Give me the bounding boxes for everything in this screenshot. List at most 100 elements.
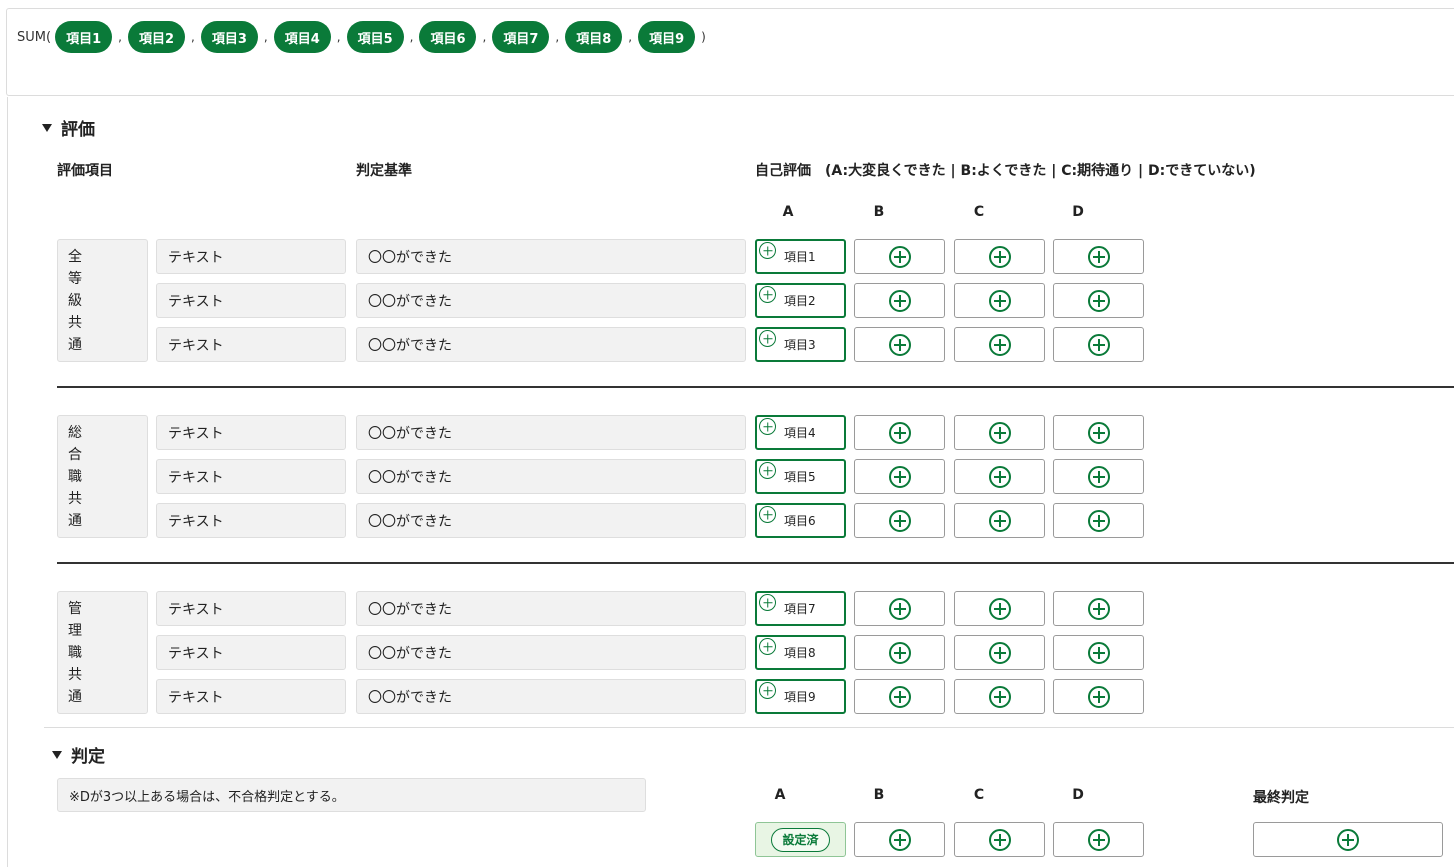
rating-b-add-button[interactable] (854, 239, 945, 274)
criteria-text-field[interactable]: 〇〇ができた (356, 239, 746, 274)
selected-item-label: 項目3 (784, 338, 816, 352)
item-text-field[interactable]: テキスト (156, 283, 346, 318)
formula-separator: , (409, 30, 414, 44)
criteria-text-field[interactable]: 〇〇ができた (356, 679, 746, 714)
rating-a-selected[interactable]: 項目2 (755, 283, 846, 318)
rating-a-selected[interactable]: 項目5 (755, 459, 846, 494)
rating-b-add-button[interactable] (854, 635, 945, 670)
rating-c-add-button[interactable] (954, 679, 1045, 714)
rating-b-add-button[interactable] (854, 679, 945, 714)
item-text-field[interactable]: テキスト (156, 591, 346, 626)
item-text-field[interactable]: テキスト (156, 239, 346, 274)
criteria-text-field[interactable]: 〇〇ができた (356, 283, 746, 318)
rating-b-add-button[interactable] (854, 591, 945, 626)
rating-c-add-button[interactable] (954, 635, 1045, 670)
rating-d-add-button[interactable] (1053, 679, 1144, 714)
item-text-field[interactable]: テキスト (156, 635, 346, 670)
category-management: 管 理 職 共 通 (57, 591, 148, 714)
rating-a-selected[interactable]: 項目9 (755, 679, 846, 714)
criteria-text-field[interactable]: 〇〇ができた (356, 327, 746, 362)
judgement-section-toggle[interactable]: 判定 (52, 742, 105, 767)
evaluation-panel: 評価 評価項目 判定基準 自己評価 (A:大変良くできた | B:よくできた |… (7, 97, 1454, 867)
plus-circle-icon (1087, 465, 1110, 488)
formula-chip-2[interactable]: 項目2 (127, 21, 185, 53)
item-text-field[interactable]: テキスト (156, 415, 346, 450)
judge-a-set-button[interactable]: 設定済 (755, 822, 846, 857)
category-char: 級 (68, 293, 82, 309)
item-text-field[interactable]: テキスト (156, 459, 346, 494)
formula-chip-3[interactable]: 項目3 (200, 21, 258, 53)
formula-chip-6[interactable]: 項目6 (419, 21, 477, 53)
rating-b-add-button[interactable] (854, 415, 945, 450)
criteria-text-field[interactable]: 〇〇ができた (356, 503, 746, 538)
triangle-down-icon (52, 750, 62, 759)
judge-c-add-button[interactable] (954, 822, 1045, 857)
rating-d-add-button[interactable] (1053, 415, 1144, 450)
rating-b-add-button[interactable] (854, 327, 945, 362)
rating-c-add-button[interactable] (954, 327, 1045, 362)
plus-circle-icon (988, 641, 1011, 664)
rating-a-selected[interactable]: 項目3 (755, 327, 846, 362)
rating-d-add-button[interactable] (1053, 635, 1144, 670)
plus-circle-icon (888, 828, 911, 851)
rating-a-selected[interactable]: 項目1 (755, 239, 846, 274)
category-char: 職 (68, 645, 82, 661)
category-char: 理 (68, 623, 82, 639)
formula-chip-7[interactable]: 項目7 (492, 21, 550, 53)
formula-chip-4[interactable]: 項目4 (273, 21, 331, 53)
rating-c-add-button[interactable] (954, 239, 1045, 274)
formula-chip-9[interactable]: 項目9 (638, 21, 696, 53)
selected-item-label: 項目7 (784, 602, 816, 616)
rating-c-add-button[interactable] (954, 591, 1045, 626)
judge-column-d-label: D (1072, 787, 1084, 803)
rating-d-add-button[interactable] (1053, 459, 1144, 494)
formula-chip-5[interactable]: 項目5 (346, 21, 404, 53)
rating-a-selected[interactable]: 項目6 (755, 503, 846, 538)
formula-chip-1[interactable]: 項目1 (55, 21, 113, 53)
rating-c-add-button[interactable] (954, 415, 1045, 450)
rating-b-add-button[interactable] (854, 459, 945, 494)
plus-circle-icon (888, 641, 911, 664)
formula-suffix: ) (701, 30, 706, 44)
category-char: 全 (68, 249, 82, 265)
item-text-field[interactable]: テキスト (156, 679, 346, 714)
rating-a-selected[interactable]: 項目7 (755, 591, 846, 626)
rating-a-selected[interactable]: 項目4 (755, 415, 846, 450)
rating-d-add-button[interactable] (1053, 591, 1144, 626)
selected-item-label: 項目2 (784, 294, 816, 308)
selected-item-label: 項目6 (784, 514, 816, 528)
criteria-text-field[interactable]: 〇〇ができた (356, 459, 746, 494)
item-text-field[interactable]: テキスト (156, 327, 346, 362)
rating-c-add-button[interactable] (954, 459, 1045, 494)
judge-d-add-button[interactable] (1053, 822, 1144, 857)
criteria-text-field[interactable]: 〇〇ができた (356, 591, 746, 626)
rating-b-add-button[interactable] (854, 283, 945, 318)
formula-bar[interactable]: SUM( 項目1 , 項目2 , 項目3 , 項目4 , 項目5 , 項目6 ,… (6, 8, 1454, 96)
plus-circle-icon (1087, 421, 1110, 444)
section-divider (44, 727, 1454, 728)
plus-circle-icon (988, 597, 1011, 620)
plus-circle-icon (988, 289, 1011, 312)
plus-circle-icon (759, 286, 776, 303)
evaluation-section-toggle[interactable]: 評価 (42, 115, 95, 140)
rating-c-add-button[interactable] (954, 503, 1045, 538)
rating-d-add-button[interactable] (1053, 283, 1144, 318)
rating-c-add-button[interactable] (954, 283, 1045, 318)
rating-d-add-button[interactable] (1053, 327, 1144, 362)
rating-d-add-button[interactable] (1053, 503, 1144, 538)
rating-b-add-button[interactable] (854, 503, 945, 538)
category-char: 共 (68, 667, 82, 683)
criteria-text-field[interactable]: 〇〇ができた (356, 635, 746, 670)
item-text-field[interactable]: テキスト (156, 503, 346, 538)
plus-circle-icon (1087, 245, 1110, 268)
formula-separator: , (482, 30, 487, 44)
rating-d-add-button[interactable] (1053, 239, 1144, 274)
rating-a-selected[interactable]: 項目8 (755, 635, 846, 670)
category-char: 通 (68, 689, 82, 705)
plus-circle-icon (759, 682, 776, 699)
criteria-text-field[interactable]: 〇〇ができた (356, 415, 746, 450)
selected-item-label: 項目5 (784, 470, 816, 484)
formula-chip-8[interactable]: 項目8 (565, 21, 623, 53)
judge-b-add-button[interactable] (854, 822, 945, 857)
final-judgement-add-button[interactable] (1253, 822, 1443, 857)
